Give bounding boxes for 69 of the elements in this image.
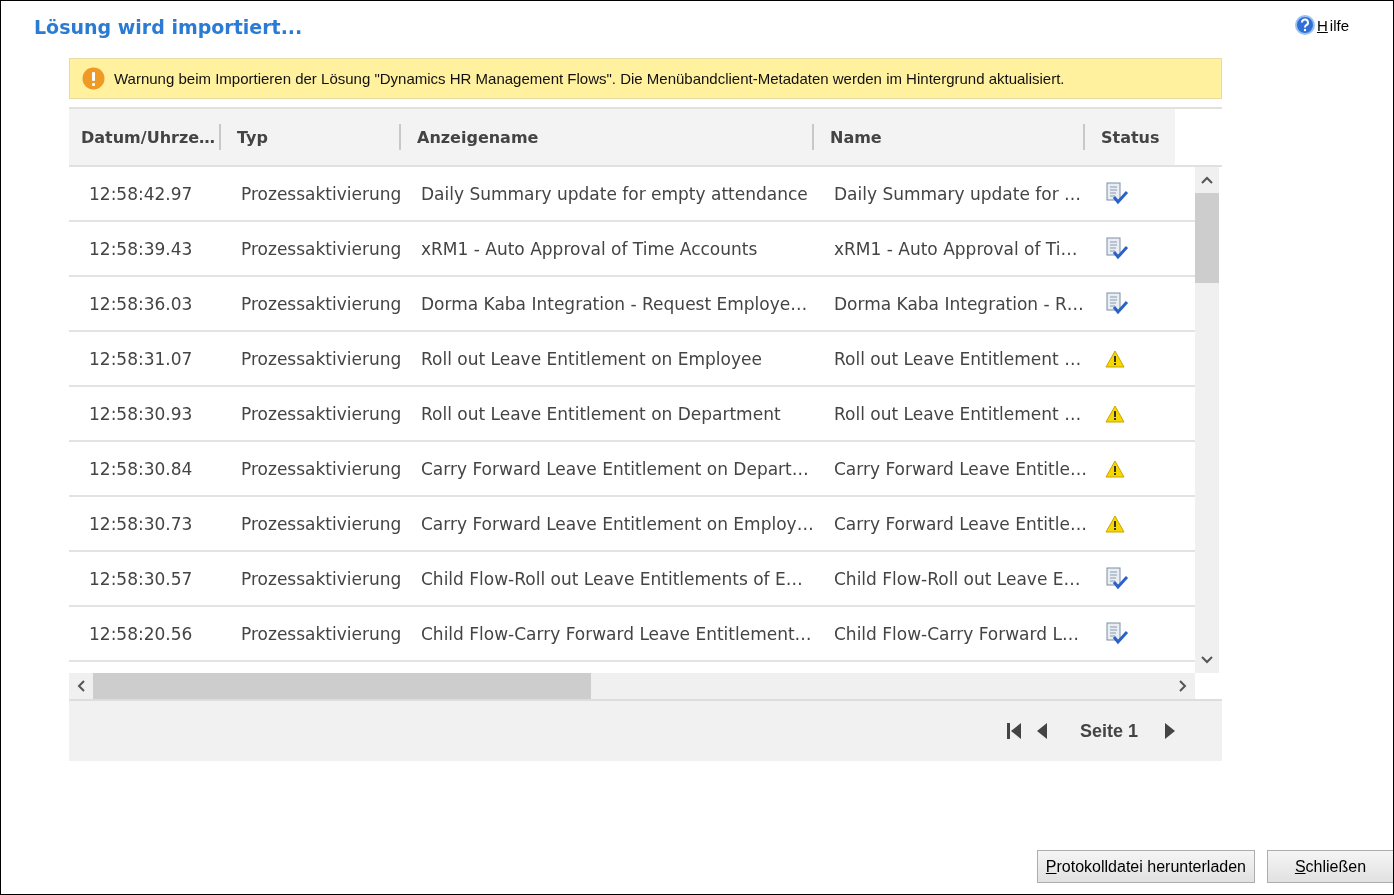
table-cell-text: 12:58:30.84: [88, 458, 194, 479]
table-cell-text: Child Flow-Roll out Leave Entitlements of E…: [420, 568, 804, 589]
table-cell-text: Carry Forward Leave Entitle…: [833, 458, 1085, 479]
scroll-thumb[interactable]: [93, 673, 591, 699]
column-header[interactable]: Name: [814, 124, 1085, 150]
document-check-icon: [1105, 291, 1129, 316]
document-check-icon: [1105, 621, 1129, 646]
next-page-icon[interactable]: [1164, 721, 1176, 741]
table-cell-text: Child Flow-Carry Forward L…: [833, 623, 1080, 644]
table-cell-text: 12:58:30.93: [88, 403, 194, 424]
table-cell-text: Carry Forward Leave Entitlement on Employ…: [420, 513, 814, 534]
scroll-thumb[interactable]: [1195, 193, 1219, 283]
table-cell-text: Prozessaktivierung: [240, 293, 401, 314]
table-cell-text: xRM1 - Auto Approval of Ti…: [833, 238, 1079, 259]
help-link[interactable]: Hilfe: [1294, 15, 1349, 35]
table-cell-text: Dorma Kaba Integration - Request Employe…: [420, 293, 809, 314]
table-cell-text: Roll out Leave Entitlement on Department: [420, 403, 782, 424]
table-cell-text: Prozessaktivierung: [240, 458, 401, 479]
table-cell-text: Daily Summary update for empty attendance: [420, 183, 809, 204]
document-check-icon: [1105, 236, 1129, 261]
table-cell-text: Roll out Leave Entitlement on Employee: [420, 348, 763, 369]
warning-icon: [1105, 459, 1125, 478]
table-cell-text: Prozessaktivierung: [240, 238, 401, 259]
document-check-icon: [1105, 181, 1129, 206]
table-cell-text: 12:58:31.07: [88, 348, 194, 369]
table-cell-text: Child Flow-Carry Forward Leave Entitlement…: [420, 623, 813, 644]
first-page-icon[interactable]: [1005, 721, 1024, 741]
warning-icon: [1105, 349, 1125, 368]
table-cell-text: Daily Summary update for …: [833, 183, 1083, 204]
warning-icon: [1105, 514, 1125, 533]
scroll-right-icon[interactable]: [1179, 680, 1187, 692]
close-button[interactable]: Schließen: [1267, 850, 1393, 883]
previous-page-icon[interactable]: [1035, 721, 1048, 741]
vertical-scrollbar[interactable]: [1195, 167, 1219, 673]
table-cell-text: Prozessaktivierung: [240, 348, 401, 369]
warning-icon: [82, 67, 105, 90]
column-header[interactable]: Status: [1085, 124, 1175, 150]
table-cell-text: Child Flow-Roll out Leave E…: [833, 568, 1082, 589]
help-icon: [1294, 15, 1315, 35]
document-check-icon: [1105, 566, 1129, 591]
table-cell-text: Prozessaktivierung: [240, 183, 401, 204]
table-cell-text: Prozessaktivierung: [240, 403, 401, 424]
download-log-button[interactable]: Protokolldatei herunterladen: [1036, 850, 1255, 883]
table-cell-text: 12:58:20.56: [88, 623, 194, 644]
column-header[interactable]: Typ: [221, 124, 401, 150]
warning-message: Warnung beim Importieren der Lösung "Dynamics HR Management Flows". Die Menübandclient-Metadaten werden im Hintergrund aktualisiert.: [114, 70, 1065, 87]
table-cell-text: 12:58:30.57: [88, 568, 194, 589]
page-label: Seite 1: [1078, 720, 1139, 742]
dialog-title: Lösung wird importiert...: [34, 16, 303, 40]
table-cell-text: 12:58:42.97: [88, 183, 194, 204]
horizontal-scrollbar[interactable]: [69, 673, 1195, 699]
table-cell-text: Prozessaktivierung: [240, 568, 401, 589]
table-cell-text: Carry Forward Leave Entitle…: [833, 513, 1085, 534]
table-cell-text: 12:58:36.03: [88, 293, 194, 314]
column-header[interactable]: Datum/Uhrze…: [69, 124, 221, 150]
table-cell-text: Roll out Leave Entitlement …: [833, 348, 1083, 369]
table-cell-text: 12:58:39.43: [88, 238, 194, 259]
scroll-down-icon[interactable]: [1201, 656, 1213, 664]
table-cell-text: Prozessaktivierung: [240, 623, 401, 644]
table-cell-text: Roll out Leave Entitlement …: [833, 403, 1083, 424]
column-header[interactable]: Anzeigename: [401, 124, 814, 150]
table-cell-text: Prozessaktivierung: [240, 513, 401, 534]
table-cell-text: xRM1 - Auto Approval of Time Accounts: [420, 238, 759, 259]
scroll-left-icon[interactable]: [77, 680, 85, 692]
table-cell-text: Dorma Kaba Integration - R…: [833, 293, 1085, 314]
scroll-up-icon[interactable]: [1201, 176, 1213, 184]
table-cell-text: Carry Forward Leave Entitlement on Depart…: [420, 458, 810, 479]
warning-icon: [1105, 404, 1125, 423]
table-cell-text: 12:58:30.73: [88, 513, 194, 534]
